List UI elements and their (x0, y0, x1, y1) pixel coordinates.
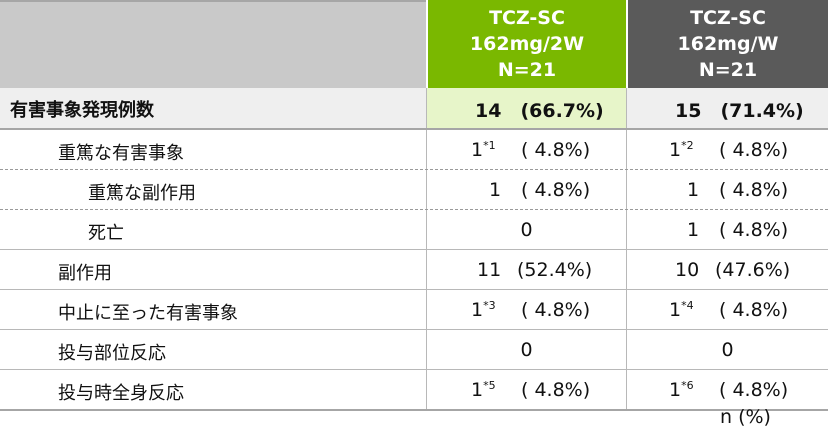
table-row: 中止に至った有害事象 1*3 ( 4.8%) 1*4 ( 4.8%) (0, 290, 828, 330)
header-2w-drug: TCZ-SC (489, 7, 565, 29)
cell-count: 11 (477, 259, 502, 281)
footnote-marker: *4 (681, 299, 694, 312)
cell-count: 1*4 (669, 299, 694, 321)
cell-count: 10 (675, 259, 700, 281)
footnote-marker: *6 (681, 379, 694, 392)
cell-percent: ( 4.8%) (719, 379, 789, 401)
header-2w-dose: 162mg/2W (469, 33, 585, 55)
header-group-w: TCZ-SC 162mg/W N=21 (626, 0, 828, 88)
summary-value-w: 15 (71.4%) (675, 100, 804, 122)
cell-percent: (47.6%) (715, 259, 791, 281)
cell-percent: ( 4.8%) (521, 379, 591, 401)
cell-count: 0 (520, 219, 533, 241)
cell-percent: ( 4.8%) (719, 299, 789, 321)
header-w-n: N=21 (698, 59, 758, 81)
cell-count: 1*5 (471, 379, 496, 401)
header-blank-cell (0, 0, 426, 88)
header-group-2w: TCZ-SC 162mg/2W N=21 (426, 0, 626, 88)
cell-percent: (52.4%) (517, 259, 593, 281)
table-row: 重篤な副作用 1 ( 4.8%) 1 ( 4.8%) (0, 170, 828, 210)
cell-count: 1*1 (471, 139, 496, 161)
cell-percent: ( 4.8%) (719, 139, 789, 161)
table-row: 投与部位反応 0 0 (0, 330, 828, 370)
table-row: 副作用 11 (52.4%) 10 (47.6%) (0, 250, 828, 290)
cell-count: 1 (687, 219, 700, 241)
table-row: 投与時全身反応 1*5 ( 4.8%) 1*6 ( 4.8%) (0, 370, 828, 411)
row-label: 副作用 (58, 263, 112, 284)
unit-note: n (%) (720, 406, 771, 428)
row-label: 投与部位反応 (58, 343, 166, 364)
table-row: 重篤な有害事象 1*1 ( 4.8%) 1*2 ( 4.8%) (0, 130, 828, 170)
row-label: 投与時全身反応 (58, 383, 184, 404)
cell-count: 0 (520, 339, 533, 361)
footnote-marker: *3 (483, 299, 496, 312)
footnote-marker: *5 (483, 379, 496, 392)
summary-value-2w: 14 (66.7%) (475, 100, 604, 122)
header-w-drug: TCZ-SC (690, 7, 766, 29)
header-2w-n: N=21 (497, 59, 557, 81)
row-label: 重篤な副作用 (88, 183, 196, 204)
footnote-marker: *1 (483, 139, 496, 152)
cell-count: 1 (687, 179, 700, 201)
cell-percent: ( 4.8%) (521, 179, 591, 201)
summary-row: 有害事象発現例数 14 (66.7%) 15 (71.4%) (0, 88, 828, 130)
summary-label: 有害事象発現例数 (10, 100, 154, 121)
cell-count: 0 (721, 339, 734, 361)
cell-percent: ( 4.8%) (719, 179, 789, 201)
cell-percent: ( 4.8%) (719, 219, 789, 241)
footnote-marker: *2 (681, 139, 694, 152)
cell-percent: ( 4.8%) (521, 139, 591, 161)
cell-count: 1*6 (669, 379, 694, 401)
row-label: 死亡 (88, 223, 124, 244)
adverse-events-table: TCZ-SC 162mg/2W N=21 TCZ-SC 162mg/W N=21… (0, 0, 828, 411)
cell-count: 1*3 (471, 299, 496, 321)
table-header: TCZ-SC 162mg/2W N=21 TCZ-SC 162mg/W N=21 (0, 0, 828, 88)
header-w-dose: 162mg/W (677, 33, 779, 55)
cell-count: 1*2 (669, 139, 694, 161)
row-label: 中止に至った有害事象 (58, 303, 238, 324)
cell-percent: ( 4.8%) (521, 299, 591, 321)
table-row: 死亡 0 1 ( 4.8%) (0, 210, 828, 250)
row-label: 重篤な有害事象 (58, 143, 184, 164)
cell-count: 1 (489, 179, 502, 201)
